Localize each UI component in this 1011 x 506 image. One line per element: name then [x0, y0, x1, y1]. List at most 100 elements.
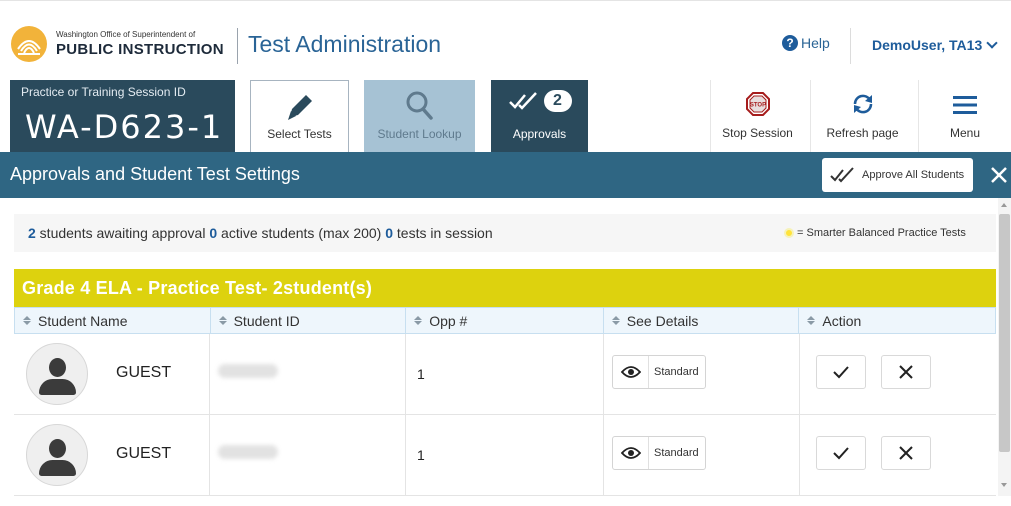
details-label: Standard — [654, 366, 699, 378]
double-check-icon — [508, 92, 537, 110]
column-action[interactable]: Action — [799, 308, 995, 333]
summary-text: 2 students awaiting approval 0 active st… — [28, 225, 493, 241]
session-id-panel: Practice or Training Session ID WA-D623-… — [10, 80, 235, 152]
table-header: Student Name Student ID Opp # See Detail… — [14, 307, 996, 334]
legend-dot-icon — [784, 228, 794, 238]
test-group-title: Grade 4 ELA - Practice Test- 2student(s) — [22, 278, 373, 298]
approvals-table: Student Name Student ID Opp # See Detail… — [14, 307, 996, 496]
section-header: Approvals and Student Test Settings Appr… — [0, 152, 1011, 198]
student-name-cell: GUEST — [14, 415, 210, 495]
close-icon[interactable] — [988, 164, 1010, 186]
deny-button[interactable] — [881, 355, 931, 389]
student-id-blurred: GUEST — [218, 364, 278, 378]
avatar — [26, 343, 88, 405]
double-check-icon — [830, 167, 854, 183]
approve-button[interactable] — [816, 436, 866, 470]
see-details-button[interactable]: Standard — [612, 436, 706, 470]
stop-sign-text: STOP — [749, 103, 765, 109]
see-details-cell: Standard — [604, 334, 800, 414]
student-lookup-button[interactable]: Student Lookup — [364, 80, 475, 152]
approve-all-button[interactable]: Approve All Students — [822, 158, 973, 192]
session-id-label: Practice or Training Session ID — [21, 85, 186, 99]
app-title: Test Administration — [248, 31, 442, 57]
top-header: Washington Office of Superintendent of P… — [0, 0, 1011, 80]
sort-icon — [218, 316, 227, 325]
active-count: 0 — [209, 225, 218, 241]
sort-icon — [611, 316, 620, 325]
approvals-label: Approvals — [512, 127, 567, 141]
scroll-up-arrow[interactable] — [1001, 203, 1007, 207]
column-student-name[interactable]: Student Name — [15, 308, 211, 333]
user-menu[interactable]: DemoUser, TA13 — [872, 37, 998, 53]
opp-cell: 1 — [406, 415, 604, 495]
deny-button[interactable] — [881, 436, 931, 470]
section-title: Approvals and Student Test Settings — [10, 164, 300, 184]
menu-label: Menu — [949, 126, 981, 140]
student-name: GUEST — [116, 364, 172, 381]
stop-session-label: Stop Session — [722, 126, 793, 140]
active-text: active students (max 200) — [217, 225, 386, 241]
opp-number: 1 — [417, 447, 425, 463]
approve-all-label: Approve All Students — [862, 169, 965, 181]
see-details-cell: Standard — [604, 415, 800, 495]
opp-cell: 1 — [406, 334, 604, 414]
see-details-button[interactable]: Standard — [612, 355, 706, 389]
menu-button[interactable]: Menu — [918, 80, 1011, 152]
scrollbar-thumb[interactable] — [999, 214, 1010, 452]
student-id-blurred: GUEST — [218, 445, 278, 459]
column-student-id[interactable]: Student ID — [211, 308, 407, 333]
approvals-count-badge: 2 — [543, 90, 572, 112]
opp-number: 1 — [417, 366, 425, 382]
session-id: WA-D623-1 — [25, 108, 224, 146]
tests-text: tests in session — [393, 225, 493, 241]
refresh-icon — [853, 94, 872, 114]
refresh-page-button[interactable]: Refresh page — [810, 80, 914, 152]
org-name-small: Washington Office of Superintendent of — [56, 30, 196, 39]
x-icon — [899, 446, 913, 460]
help-link[interactable]: ? Help — [782, 35, 830, 51]
summary-bar: 2 students awaiting approval 0 active st… — [14, 214, 996, 252]
action-cell — [800, 415, 996, 495]
org-name: PUBLIC INSTRUCTION — [56, 41, 224, 58]
legend-text: = Smarter Balanced Practice Tests — [797, 227, 966, 239]
chevron-down-icon — [986, 37, 998, 49]
column-see-details[interactable]: See Details — [604, 308, 800, 333]
help-label: Help — [801, 35, 830, 51]
hamburger-icon — [953, 96, 977, 114]
student-name: GUEST — [116, 445, 172, 462]
student-name-cell: GUEST — [14, 334, 210, 414]
details-label: Standard — [654, 447, 699, 459]
pencil-icon — [287, 95, 312, 120]
tests-count: 0 — [385, 225, 394, 241]
check-icon — [833, 366, 849, 379]
eye-icon — [620, 447, 641, 459]
question-circle-icon: ? — [782, 35, 798, 51]
avatar — [26, 424, 88, 486]
stop-session-button[interactable]: STOP Stop Session — [710, 80, 804, 152]
student-id-cell: GUEST — [210, 334, 406, 414]
test-group-header: Grade 4 ELA - Practice Test- 2student(s) — [14, 269, 996, 307]
approvals-tab[interactable]: 2 Approvals — [491, 80, 588, 152]
student-id-cell: GUEST — [210, 415, 406, 495]
table-row: GUEST GUEST 1 Standard — [14, 334, 996, 415]
select-tests-button[interactable]: Select Tests — [250, 80, 349, 152]
awaiting-text: students awaiting approval — [35, 225, 210, 241]
user-name: DemoUser, TA13 — [872, 37, 983, 53]
ospi-logo-icon — [11, 26, 47, 62]
table-row: GUEST GUEST 1 Standard — [14, 415, 996, 496]
eye-icon — [620, 366, 641, 378]
header-divider-right — [850, 28, 851, 64]
check-icon — [833, 447, 849, 460]
approve-button[interactable] — [816, 355, 866, 389]
sort-icon — [23, 316, 31, 325]
action-cell — [800, 334, 996, 414]
legend: = Smarter Balanced Practice Tests — [784, 227, 966, 239]
sort-icon — [414, 316, 423, 325]
select-tests-label: Select Tests — [267, 127, 332, 141]
student-lookup-label: Student Lookup — [377, 127, 462, 141]
x-icon — [899, 365, 913, 379]
refresh-page-label: Refresh page — [826, 126, 899, 140]
header-divider — [237, 28, 238, 64]
column-opp[interactable]: Opp # — [406, 308, 604, 333]
scroll-down-arrow[interactable] — [1001, 483, 1007, 487]
